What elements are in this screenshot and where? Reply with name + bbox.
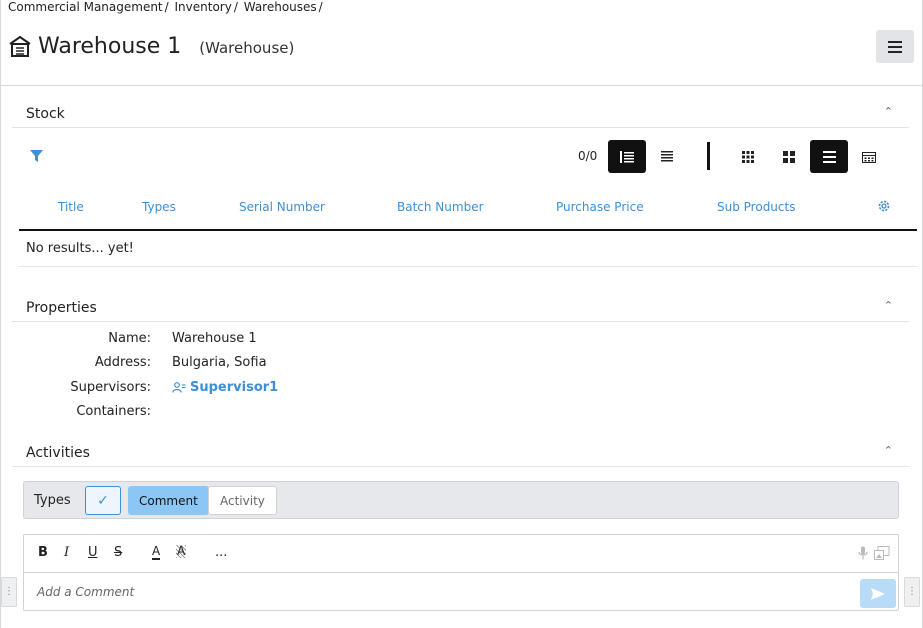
- italic-button[interactable]: I: [64, 545, 69, 560]
- chevron-up-icon[interactable]: ⌃: [884, 105, 893, 118]
- supervisor-name[interactable]: Supervisor1: [190, 380, 278, 395]
- breadcrumb-inventory[interactable]: Inventory: [175, 0, 232, 14]
- right-panel-handle[interactable]: ⋮: [904, 577, 920, 607]
- underline-button[interactable]: U: [88, 545, 98, 560]
- toolbar-separator: [707, 142, 710, 170]
- property-label-address: Address:: [94, 355, 151, 370]
- stock-section-title: Stock: [26, 106, 65, 122]
- compact-rows-icon: [661, 150, 673, 161]
- page-header: Warehouse 1 (Warehouse): [8, 30, 294, 62]
- property-label-supervisors: Supervisors:: [70, 380, 151, 395]
- user-group-icon: [172, 382, 186, 393]
- chevron-up-icon[interactable]: ⌃: [884, 299, 893, 312]
- select-all-types-toggle[interactable]: ✓: [85, 486, 121, 515]
- property-value-name: Warehouse 1: [172, 331, 257, 346]
- table-rows-icon: [822, 150, 836, 163]
- column-header-title[interactable]: Title: [58, 200, 84, 214]
- column-header-purchase-price[interactable]: Purchase Price: [556, 200, 644, 214]
- activity-types-bar: Types ✓ Comment Activity: [23, 481, 899, 519]
- table-view-button[interactable]: [810, 140, 848, 173]
- send-button[interactable]: [860, 579, 896, 608]
- bold-button[interactable]: B: [38, 545, 48, 560]
- column-header-serial-number[interactable]: Serial Number: [239, 200, 325, 214]
- property-value-address: Bulgaria, Sofia: [172, 355, 267, 370]
- large-grid-button[interactable]: [770, 140, 808, 173]
- activities-section-header[interactable]: Activities ⌃: [12, 439, 909, 467]
- more-options-button[interactable]: ...: [215, 545, 227, 560]
- grid-small-icon: [742, 150, 754, 163]
- empty-message: No results... yet!: [26, 241, 134, 256]
- column-header-sub-products[interactable]: Sub Products: [717, 200, 795, 214]
- breadcrumb-warehouses[interactable]: Warehouses: [244, 0, 317, 14]
- menu-button[interactable]: [876, 30, 914, 63]
- breadcrumb-separator: /: [233, 0, 238, 14]
- gear-icon[interactable]: [877, 199, 891, 213]
- breadcrumb: Commercial Management / Inventory / Wareho…: [8, 0, 325, 15]
- filter-icon[interactable]: [30, 150, 43, 162]
- breadcrumb-commercial-management[interactable]: Commercial Management: [8, 0, 163, 14]
- strikethrough-button[interactable]: S: [114, 545, 122, 560]
- stock-section-header[interactable]: Stock ⌃: [12, 100, 909, 128]
- list-lines-icon: [620, 150, 634, 163]
- grid-large-icon: [783, 150, 795, 163]
- properties-section-header[interactable]: Properties ⌃: [12, 294, 909, 322]
- small-grid-button[interactable]: [729, 140, 767, 173]
- types-label: Types: [34, 493, 71, 508]
- column-header-batch-number[interactable]: Batch Number: [397, 200, 484, 214]
- supervisor-link[interactable]: Supervisor1: [172, 380, 278, 395]
- editor-toolbar: B I U S A A ...: [24, 535, 898, 573]
- property-label-name: Name:: [108, 331, 151, 346]
- type-chip-comment[interactable]: Comment: [128, 486, 209, 515]
- page-title: Warehouse 1: [38, 33, 182, 59]
- font-color-button[interactable]: A: [152, 545, 161, 560]
- header-divider: [1, 85, 922, 86]
- comment-input[interactable]: Add a Comment: [37, 585, 134, 599]
- property-label-containers: Containers:: [76, 404, 151, 419]
- left-panel-handle[interactable]: ⋮: [1, 577, 17, 607]
- chevron-up-icon[interactable]: ⌃: [884, 444, 893, 457]
- type-chip-activity[interactable]: Activity: [208, 486, 277, 515]
- image-icon[interactable]: [874, 546, 890, 560]
- activities-section-title: Activities: [26, 445, 90, 461]
- send-icon: [871, 587, 885, 600]
- breadcrumb-separator: /: [318, 0, 323, 14]
- calendar-icon: [862, 151, 876, 163]
- comment-editor: B I U S A A ... Add a Comment: [23, 534, 899, 611]
- breadcrumb-separator: /: [164, 0, 169, 14]
- page-subtitle: (Warehouse): [199, 39, 295, 57]
- highlight-color-button[interactable]: A: [176, 545, 187, 558]
- compact-list-button[interactable]: [648, 140, 686, 173]
- properties-section-title: Properties: [26, 300, 97, 316]
- hamburger-icon: [888, 40, 902, 53]
- calendar-view-button[interactable]: [850, 140, 888, 173]
- warehouse-icon: [9, 35, 31, 57]
- column-header-types[interactable]: Types: [142, 200, 176, 214]
- empty-table-row: No results... yet!: [19, 231, 917, 267]
- list-view-button[interactable]: [608, 140, 646, 173]
- result-count: 0/0: [578, 149, 598, 163]
- microphone-icon[interactable]: [858, 546, 868, 560]
